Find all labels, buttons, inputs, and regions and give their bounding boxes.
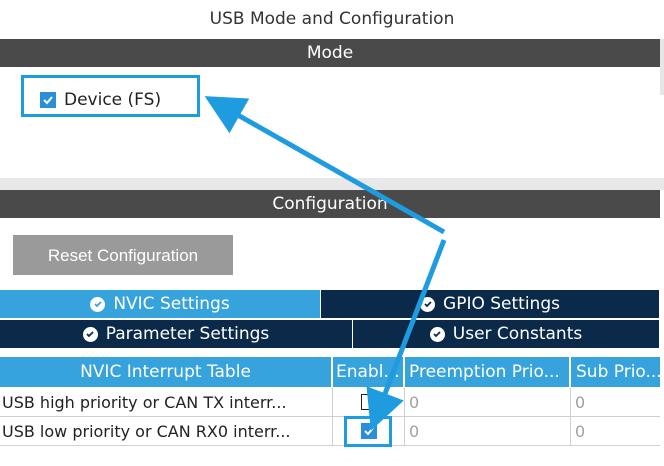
arrow-icon — [366, 239, 447, 431]
annotation-arrows — [204, 96, 447, 431]
arrow-icon — [204, 96, 446, 235]
